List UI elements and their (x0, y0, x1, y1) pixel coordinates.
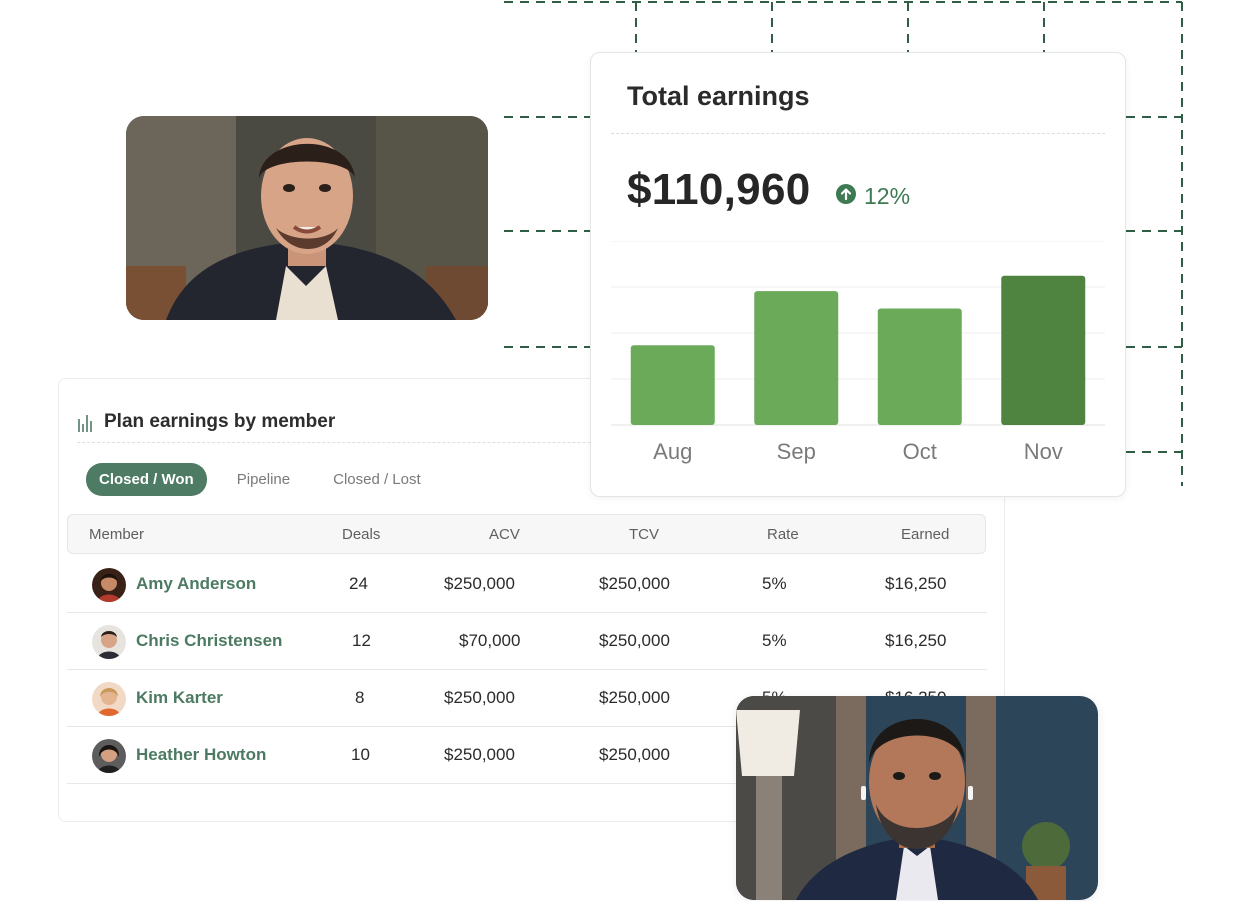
column-header-earned[interactable]: Earned (901, 526, 949, 543)
earnings-amount: $110,960 (627, 165, 811, 214)
column-header-acv[interactable]: ACV (489, 526, 520, 543)
avatar (92, 568, 126, 602)
bar-chart-icon (77, 411, 94, 433)
column-header-tcv[interactable]: TCV (629, 526, 659, 543)
rate-cell: 5% (762, 574, 787, 593)
earnings-title: Total earnings (627, 81, 810, 111)
chart-tick-label: Aug (653, 439, 692, 464)
chart-bar-sep[interactable] (754, 291, 839, 425)
member-name[interactable]: Kim Karter (136, 688, 223, 708)
earned-cell: $16,250 (885, 631, 947, 650)
column-header-member[interactable]: Member (89, 526, 144, 543)
column-header-deals[interactable]: Deals (342, 526, 380, 543)
member-name[interactable]: Amy Anderson (136, 574, 256, 594)
tcv-cell: $250,000 (599, 631, 670, 650)
status-tabs: Closed / Won Pipeline Closed / Lost (86, 463, 451, 496)
avatar (92, 682, 126, 716)
chart-bar-aug[interactable] (630, 345, 715, 425)
photo-top (126, 116, 488, 320)
deals-cell: 12 (352, 631, 371, 650)
deals-cell: 24 (349, 574, 368, 593)
avatar (92, 625, 126, 659)
acv-cell: $250,000 (444, 688, 515, 707)
acv-cell: $250,000 (444, 574, 515, 593)
chart-tick-label: Oct (903, 439, 937, 464)
earnings-divider (611, 133, 1105, 134)
table-row[interactable]: Amy Anderson 24 $250,000 $250,000 5% $16… (67, 556, 987, 613)
avatar (92, 739, 126, 773)
acv-cell: $250,000 (444, 745, 515, 764)
member-name[interactable]: Heather Howton (136, 745, 266, 765)
deals-cell: 8 (355, 688, 365, 707)
tab-pipeline[interactable]: Pipeline (224, 463, 303, 496)
earned-cell: $16,250 (885, 574, 947, 593)
column-header-rate[interactable]: Rate (767, 526, 799, 543)
total-earnings-card: Total earnings $110,960 12% Aug Sep Oct Nov (590, 52, 1126, 497)
earnings-bar-chart: Aug Sep Oct Nov (611, 241, 1105, 464)
stage: Plan earnings by member Closed / Won Pip… (0, 0, 1240, 901)
tcv-cell: $250,000 (599, 745, 670, 764)
plan-title: Plan earnings by member (104, 410, 336, 432)
arrow-up-circle-icon (836, 183, 856, 210)
member-name[interactable]: Chris Christensen (136, 631, 282, 651)
chart-tick-label: Nov (1024, 439, 1063, 464)
tcv-cell: $250,000 (599, 574, 670, 593)
table-row[interactable]: Chris Christensen 12 $70,000 $250,000 5%… (67, 613, 987, 670)
table-header: Member Deals ACV TCV Rate Earned (67, 514, 986, 554)
tab-closed-lost[interactable]: Closed / Lost (320, 463, 434, 496)
tcv-cell: $250,000 (599, 688, 670, 707)
earnings-change: 12% (836, 183, 910, 210)
rate-cell: 5% (762, 631, 787, 650)
chart-bar-nov[interactable] (1001, 275, 1086, 425)
tab-closed-won[interactable]: Closed / Won (86, 463, 207, 496)
photo-bottom (736, 696, 1098, 900)
chart-tick-label: Sep (777, 439, 816, 464)
earnings-change-value: 12% (864, 183, 911, 209)
deals-cell: 10 (351, 745, 370, 764)
chart-bar-oct[interactable] (877, 308, 962, 425)
acv-cell: $70,000 (459, 631, 521, 650)
